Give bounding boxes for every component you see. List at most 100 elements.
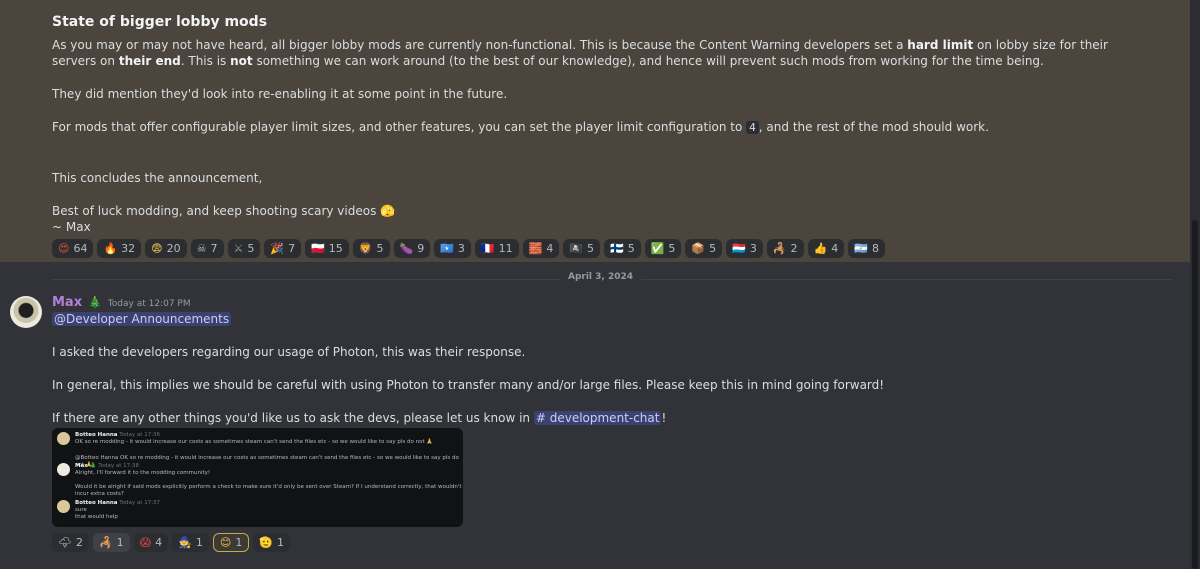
reaction-emoji-icon: 😊	[219, 536, 232, 549]
reaction-count: 20	[166, 242, 181, 255]
reaction-pill[interactable]: ⚔ 5	[227, 239, 261, 258]
author-name[interactable]: Max	[52, 295, 82, 310]
reaction-count: 7	[210, 242, 218, 255]
discord-chat-view: State of bigger lobby mods As you may or…	[0, 0, 1200, 569]
reaction-pill[interactable]: 🍆 9	[393, 239, 431, 258]
text: If there are any other things you'd like…	[52, 411, 534, 425]
embed-avatar	[57, 432, 70, 445]
reaction-emoji-icon: 📦	[691, 242, 706, 255]
reaction-emoji-icon: 🌩	[58, 536, 72, 549]
announcement-reactions: 😍 64 🔥 32 😨 20 ☠ 7 ⚔ 5 🎉 7 🇵🇱 15 🦁 5 🍆 9 🇸🇴 3 🇫🇷 11 🧱 4 🏴‍☠️ 5 🇫🇮 5…	[52, 239, 885, 258]
announcement-message: State of bigger lobby mods As you may or…	[52, 14, 1152, 236]
reaction-count: 3	[749, 242, 757, 255]
reaction-pill[interactable]: 🌩 2	[52, 533, 89, 552]
date-divider-label: April 3, 2024	[560, 272, 642, 282]
avatar[interactable]	[10, 296, 42, 328]
embed-avatar	[57, 500, 70, 513]
reaction-emoji-icon: 🧙	[178, 536, 192, 549]
text: As you may or may not have heard, all bi…	[52, 37, 908, 52]
embed-author: Botteo Hanna	[75, 432, 118, 438]
text: , and the rest of the mod should work.	[758, 120, 989, 134]
reaction-count: 5	[587, 242, 595, 255]
reaction-pill[interactable]: 🦂 1	[92, 533, 130, 552]
announcement-paragraph-3: For mods that offer configurable player …	[52, 119, 1152, 137]
reaction-emoji-icon: ⚔	[233, 242, 244, 255]
reaction-pill[interactable]: ✅ 5	[644, 239, 682, 258]
message-reactions: 🌩 2 🦂 1 😱 4 🧙 1 😊 1 🫡 1	[52, 533, 291, 552]
reaction-count: 8	[871, 242, 879, 255]
embed-text: Alright, I'll forward it to the modding …	[75, 470, 211, 476]
reaction-emoji-icon: 🫡	[259, 536, 274, 549]
embed-time: Today at 17:37	[119, 500, 161, 506]
scrollbar-track[interactable]	[1190, 0, 1200, 569]
reaction-emoji-icon: 🦁	[358, 242, 373, 255]
embed-author: Max 🎄	[75, 463, 97, 469]
reaction-count: 5	[627, 242, 635, 255]
embed-text: Would it be alright if said mods explici…	[75, 484, 462, 497]
reaction-emoji-icon: 🇱🇺	[732, 242, 746, 255]
reaction-pill[interactable]: 🇫🇮 5	[604, 239, 641, 258]
text: For mods that offer configurable player …	[52, 120, 747, 134]
reaction-pill[interactable]: 🇵🇱 15	[305, 239, 349, 258]
reaction-pill[interactable]: 🧱 4	[522, 239, 560, 258]
peeking-emoji-icon: 🫣	[380, 203, 396, 218]
channel-link[interactable]: # development-chat	[533, 411, 662, 425]
christmas-tree-icon: 🎄	[88, 296, 102, 309]
reaction-emoji-icon: ☠	[196, 242, 207, 255]
reaction-emoji-icon: 🦂	[98, 536, 113, 549]
reaction-pill[interactable]: 😍 64	[52, 239, 94, 258]
reaction-emoji-icon: 👍	[813, 242, 828, 255]
reaction-count: 1	[235, 536, 243, 549]
reaction-pill[interactable]: 🦁 5	[352, 239, 390, 258]
role-mention[interactable]: @Developer Announcements	[52, 312, 232, 326]
message-content: @Developer Announcements I asked the dev…	[52, 311, 1152, 427]
reaction-emoji-icon: 🏴‍☠️	[569, 242, 584, 255]
bold-text: hard limit	[907, 37, 974, 52]
embed-time: Today at 17:36	[119, 432, 161, 438]
reaction-count: 64	[73, 242, 88, 255]
text: !	[661, 411, 667, 425]
embed-avatar	[57, 463, 70, 476]
reaction-count: 5	[668, 242, 676, 255]
reaction-count: 15	[328, 242, 343, 255]
embed-author: Botteo Hanna	[75, 500, 118, 506]
reaction-pill[interactable]: 😱 4	[133, 533, 169, 552]
scrollbar-thumb[interactable]	[1192, 220, 1198, 569]
embed-message-2: Max 🎄 Today at 17:38 Alright, I'll forwa…	[75, 463, 463, 498]
reaction-count: 1	[277, 536, 285, 549]
reaction-pill[interactable]: 🇫🇷 11	[474, 239, 519, 258]
announcement-paragraph-1: As you may or may not have heard, all bi…	[52, 37, 1152, 70]
reaction-count: 1	[116, 536, 124, 549]
reaction-emoji-icon: 🇫🇮	[610, 242, 624, 255]
bold-text: not	[230, 54, 253, 68]
reaction-count: 2	[790, 242, 798, 255]
reaction-pill[interactable]: 🫡 1	[253, 533, 291, 552]
message-paragraph-3: If there are any other things you'd like…	[52, 410, 1152, 427]
reaction-pill[interactable]: 🧙 1	[172, 533, 209, 552]
reaction-emoji-icon: 🧱	[528, 242, 543, 255]
reaction-pill[interactable]: 🏴‍☠️ 5	[563, 239, 601, 258]
reaction-pill[interactable]: 🎉 7	[264, 239, 302, 258]
reaction-pill[interactable]: 📦 5	[685, 239, 723, 258]
text: . This is	[180, 54, 231, 68]
reaction-count: 11	[498, 242, 513, 255]
reaction-pill[interactable]: 👍 4	[807, 239, 845, 258]
reaction-pill[interactable]: 😊 1	[212, 533, 250, 552]
reaction-count: 4	[155, 536, 163, 549]
reaction-pill[interactable]: 🇦🇷 8	[848, 239, 885, 258]
reaction-pill[interactable]: 🦂 2	[766, 239, 804, 258]
reaction-pill[interactable]: 🇱🇺 3	[726, 239, 763, 258]
reaction-pill[interactable]: ☠ 7	[190, 239, 224, 258]
reaction-emoji-icon: 🇫🇷	[480, 242, 495, 255]
embed-text: OK so re modding - it would increase our…	[75, 439, 434, 445]
announcement-signature: ~ Max	[52, 220, 91, 234]
bold-text: their end	[118, 54, 181, 68]
reaction-emoji-icon: 🎉	[270, 242, 285, 255]
reaction-emoji-icon: 😍	[58, 242, 70, 255]
screenshot-attachment[interactable]: Botteo Hanna Today at 17:36 OK so re mod…	[52, 428, 463, 527]
reaction-count: 5	[247, 242, 255, 255]
reaction-pill[interactable]: 😨 20	[145, 239, 187, 258]
reaction-pill[interactable]: 🔥 32	[97, 239, 142, 258]
reaction-pill[interactable]: 🇸🇴 3	[434, 239, 471, 258]
reaction-count: 7	[288, 242, 296, 255]
